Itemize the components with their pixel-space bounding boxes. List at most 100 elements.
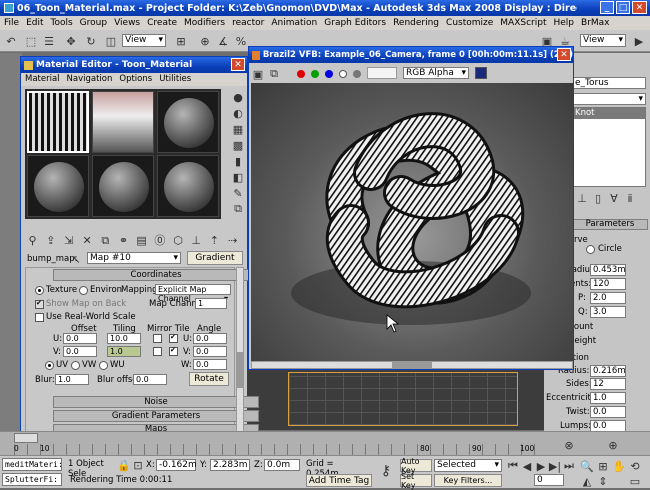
v-angle-field[interactable]: 0.0: [193, 346, 227, 357]
map-name-dropdown[interactable]: Map #10 ▾: [87, 252, 181, 264]
save-image-icon[interactable]: ▣: [251, 65, 265, 83]
v-tile-checkbox[interactable]: [169, 346, 178, 356]
add-time-tag-button[interactable]: Add Time Tag: [306, 474, 372, 487]
menu-help[interactable]: Help: [553, 18, 574, 28]
sides-field[interactable]: 12: [590, 378, 626, 390]
make-preview-icon[interactable]: ◧: [231, 169, 245, 185]
noise-rollout-header[interactable]: Noise: [53, 396, 259, 408]
options-icon[interactable]: ✎: [231, 185, 245, 201]
v-offset-field[interactable]: 0.0: [63, 346, 97, 357]
lock-icon[interactable]: 🔒: [117, 456, 131, 474]
environ-radio[interactable]: [79, 286, 88, 295]
rotate-button[interactable]: Rotate: [189, 372, 229, 386]
parameters-rollout[interactable]: Parameters: [572, 219, 648, 230]
video-color-icon[interactable]: ▮: [231, 153, 245, 169]
gradient-rollout-header[interactable]: Gradient Parameters: [53, 410, 259, 422]
render-view-dropdown[interactable]: View ▾: [580, 34, 626, 47]
viewport-left[interactable]: [0, 53, 22, 431]
go-forward-icon[interactable]: ⇢: [225, 232, 240, 250]
show-map-in-viewport-icon[interactable]: ⬡: [171, 232, 186, 250]
show-map-on-back-checkbox[interactable]: [35, 299, 44, 309]
sample-slot-2[interactable]: [92, 91, 154, 153]
menu-graph-editors[interactable]: Graph Editors: [324, 18, 386, 28]
circle-radio[interactable]: [586, 245, 595, 254]
time-slider[interactable]: [14, 433, 38, 443]
menu-reactor[interactable]: reactor: [232, 18, 264, 28]
uv-tiling-icon[interactable]: ▩: [231, 137, 245, 153]
reset-map-icon[interactable]: ✕: [80, 232, 95, 250]
uv-radio[interactable]: [45, 361, 54, 370]
reference-coordinate-dropdown[interactable]: View ▾: [122, 34, 166, 47]
background-icon[interactable]: ▦: [231, 121, 245, 137]
vfb-close-button[interactable]: ✕: [557, 48, 571, 61]
set-key-icon[interactable]: ⚷: [376, 462, 396, 480]
material-effects-channel-icon[interactable]: ⓪: [152, 231, 167, 249]
w-angle-field[interactable]: 0.0: [193, 359, 227, 370]
get-material-icon[interactable]: ⚲: [25, 232, 40, 250]
menu-group[interactable]: Group: [80, 18, 107, 28]
radius-field[interactable]: 0.453m: [590, 264, 626, 276]
make-unique-icon[interactable]: ∀: [608, 189, 620, 207]
vfb-hscrollbar[interactable]: [251, 361, 573, 369]
wu-radio[interactable]: [99, 361, 108, 370]
rendered-image[interactable]: [251, 83, 573, 361]
auto-key-button[interactable]: Auto Key: [400, 457, 432, 475]
snap-icon[interactable]: ⊕: [196, 32, 214, 50]
object-name-field[interactable]: e_Torus: [572, 77, 646, 89]
red-channel-dot[interactable]: [297, 70, 305, 78]
maxscript-listener-top[interactable]: meditMateri:: [2, 458, 63, 471]
modifier-stack-item-knot[interactable]: Knot: [573, 108, 645, 119]
u-tile-checkbox[interactable]: [169, 333, 178, 343]
rotate-icon[interactable]: ↻: [82, 32, 100, 50]
pivot-icon[interactable]: ⊞: [172, 32, 190, 50]
eccentricity-field[interactable]: 1.0: [590, 392, 626, 404]
menu-modifiers[interactable]: Modifiers: [184, 18, 225, 28]
menu-brmax[interactable]: BrMax: [581, 18, 609, 28]
put-to-library-icon[interactable]: ▤: [134, 232, 149, 250]
y-coord-field[interactable]: 2.283m: [210, 459, 250, 471]
u-tiling-field[interactable]: 10.0: [107, 333, 141, 344]
maxscript-listener-bottom[interactable]: SplutterFi:: [2, 473, 62, 486]
map-channel-field[interactable]: 1: [195, 298, 227, 309]
angle-snap-icon[interactable]: ∡: [214, 32, 232, 50]
select-by-material-icon[interactable]: ⧉: [231, 201, 245, 217]
sample-slot-1[interactable]: [27, 91, 89, 153]
coordinates-rollout-header[interactable]: Coordinates: [53, 269, 259, 281]
previous-frame-icon[interactable]: ◀: [520, 457, 534, 475]
me-menu-navigation[interactable]: Navigation: [67, 74, 113, 84]
next-frame-icon[interactable]: ▶|: [548, 457, 562, 475]
u-mirror-checkbox[interactable]: [153, 334, 162, 343]
sample-slot-4[interactable]: [27, 155, 89, 217]
clear-icon[interactable]: [367, 67, 397, 79]
blue-channel-dot[interactable]: [325, 70, 333, 78]
play-icon[interactable]: ▶: [534, 457, 548, 475]
map-type-button[interactable]: Gradient: [187, 251, 243, 265]
select-icon[interactable]: ⬚: [22, 32, 40, 50]
z-coord-field[interactable]: 0.0m: [264, 459, 300, 471]
render-icon[interactable]: ▶: [630, 32, 648, 50]
texture-radio[interactable]: [35, 286, 44, 295]
close-button[interactable]: ✕: [632, 1, 647, 14]
timeline[interactable]: 0 10 80 90 100 ⊗ ⊕: [0, 431, 650, 455]
go-to-end-icon[interactable]: ⏭: [562, 457, 576, 475]
me-menu-options[interactable]: Options: [119, 74, 152, 84]
pin-stack-icon[interactable]: ⊥: [576, 189, 588, 207]
me-menu-utilities[interactable]: Utilities: [159, 74, 191, 84]
current-frame-field[interactable]: 0: [534, 474, 564, 486]
mapping-dropdown[interactable]: Explicit Map Channel▾: [155, 284, 231, 303]
camera-viewport[interactable]: [240, 362, 544, 430]
green-channel-dot[interactable]: [311, 70, 319, 78]
blur-field[interactable]: 1.0: [55, 374, 89, 385]
u-offset-field[interactable]: 0.0: [63, 333, 97, 344]
minimize-button[interactable]: _: [600, 1, 614, 14]
material-editor-close-button[interactable]: ✕: [231, 58, 245, 71]
key-selection-dropdown[interactable]: Selected ▾: [434, 459, 502, 472]
sample-slot-3[interactable]: [157, 91, 219, 153]
move-icon[interactable]: ✥: [62, 32, 80, 50]
channel-dropdown[interactable]: RGB Alpha ▾: [403, 67, 469, 79]
me-menu-material[interactable]: Material: [25, 74, 60, 84]
show-result-icon[interactable]: ▯: [592, 189, 604, 207]
menu-rendering[interactable]: Rendering: [393, 18, 439, 28]
sample-slot-5[interactable]: [92, 155, 154, 217]
assign-material-icon[interactable]: ⇲: [61, 232, 76, 250]
